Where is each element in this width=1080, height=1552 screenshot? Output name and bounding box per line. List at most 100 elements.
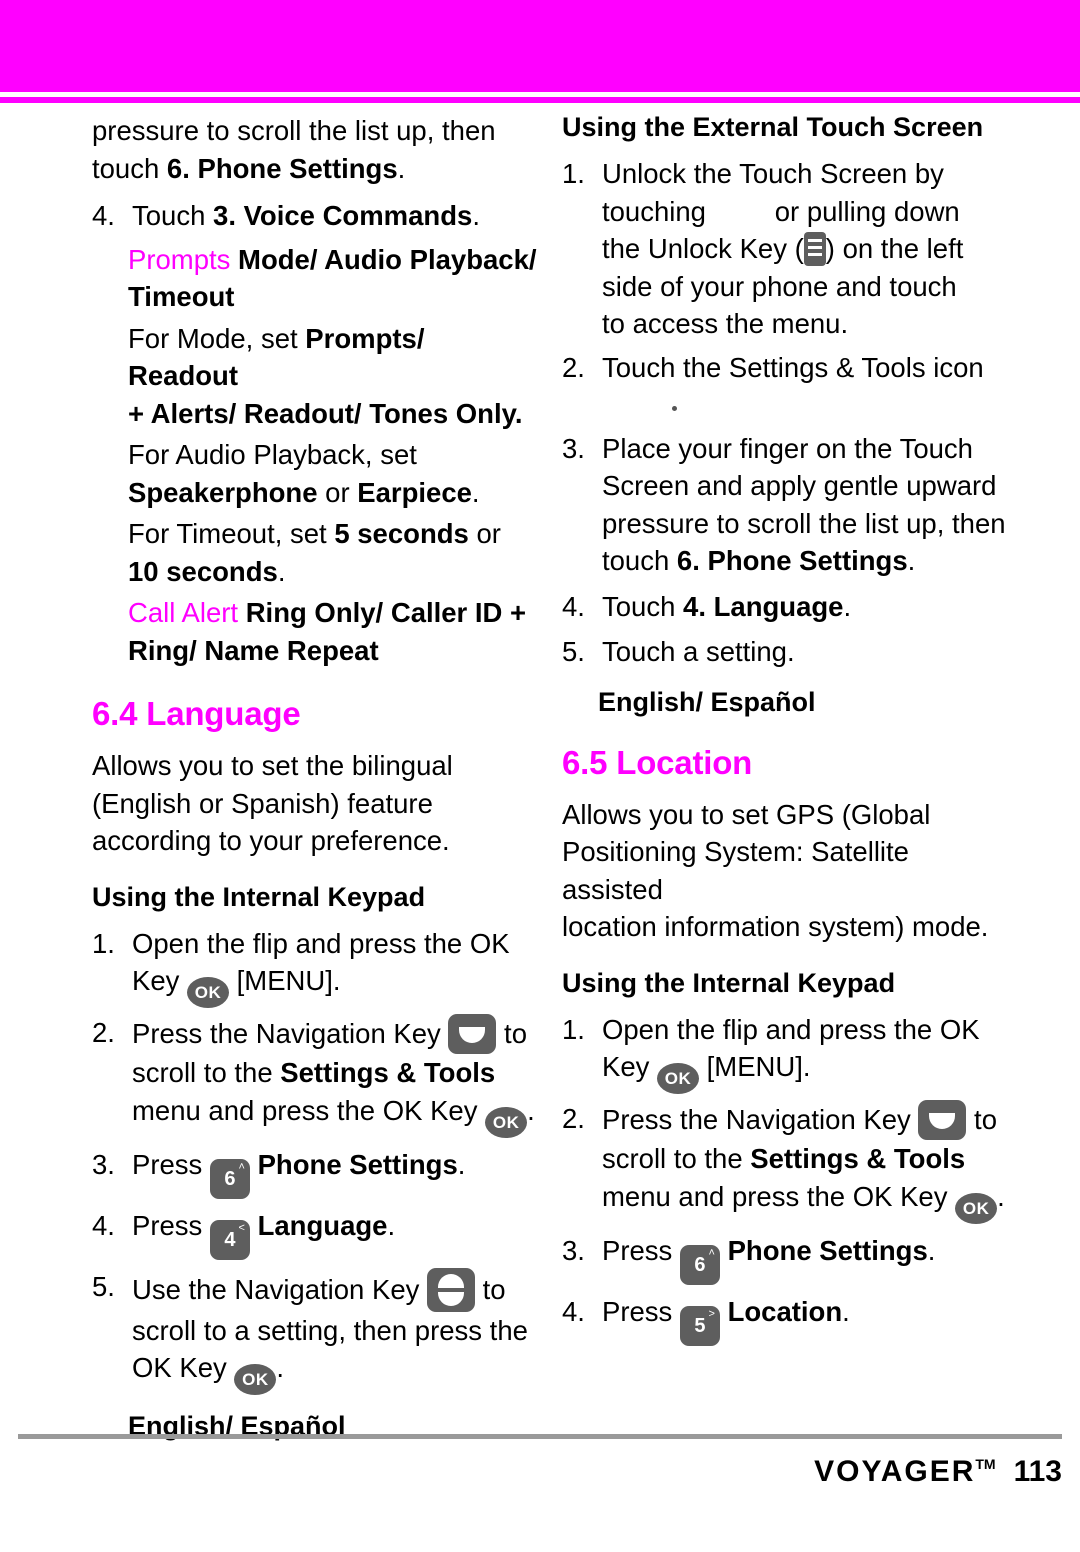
- step4-bold: 3. Voice Commands: [213, 200, 473, 231]
- r-step4-period: .: [843, 590, 852, 622]
- for-timeout-bold2: 10 seconds: [128, 555, 278, 587]
- r-step1-line5: to access the menu.: [602, 308, 849, 339]
- list-item: 5. Touch a setting.: [562, 633, 1012, 671]
- rk-step2-line2-bold: Settings & Tools: [750, 1143, 966, 1174]
- call-alert-label: Call Alert: [128, 597, 239, 628]
- step-number: 3.: [92, 1148, 115, 1180]
- r-step5-line1: Touch a setting.: [602, 636, 795, 667]
- internal-keypad-steps-right: 1. Open the flip and press the OK Key OK…: [562, 1011, 1012, 1346]
- key-superscript: ˄: [238, 1160, 245, 1173]
- for-timeout-period: .: [277, 555, 286, 587]
- r-step3-line2: Screen and apply gentle upward: [602, 470, 997, 501]
- navigation-key-down-icon: [448, 1014, 497, 1054]
- cont-para-period: .: [397, 152, 406, 184]
- step5-line1-pre: Use the Navigation Key: [132, 1273, 428, 1305]
- prompts-option: Prompts Mode/ Audio Playback/ Timeout: [92, 241, 542, 316]
- step-number: 1.: [562, 1013, 585, 1045]
- lang-intro-line1: Allows you to set the bilingual: [92, 750, 453, 781]
- list-item: 5. Use the Navigation Key to scroll to a…: [92, 1267, 542, 1395]
- step5-line3-pre: OK Key: [132, 1352, 235, 1383]
- step-number: 2.: [562, 351, 585, 383]
- continued-paragraph: pressure to scroll the list up, then tou…: [92, 112, 542, 187]
- call-alert-option: Call Alert Ring Only/ Caller ID + Ring/ …: [92, 594, 542, 669]
- key-superscript: ˃: [708, 1307, 715, 1320]
- key-digit: 6: [694, 1253, 706, 1276]
- r-step4-pre: Touch: [602, 590, 684, 622]
- step2-line1-post: to: [496, 1018, 527, 1049]
- list-item: 4. Touch 4. Language.: [562, 588, 1012, 626]
- rk-step1-line2-pre: Key: [602, 1051, 658, 1082]
- language-intro: Allows you to set the bilingual (English…: [92, 747, 542, 860]
- ok-key-icon: OK: [187, 977, 230, 1008]
- section-heading-6-4: 6.4 Language: [92, 695, 301, 732]
- rk-step2-line1-pre: Press the Navigation Key: [602, 1104, 919, 1135]
- right-column: Using the External Touch Screen 1. Unloc…: [562, 112, 1012, 1352]
- numeric-key-4-icon: 4 ˂: [209, 1219, 250, 1260]
- for-timeout-paragraph: For Timeout, set 5 seconds or 10 seconds…: [92, 515, 542, 590]
- subheading-external-touch-screen: Using the External Touch Screen: [562, 112, 984, 142]
- cont-para-line2-pre: touch: [92, 152, 167, 184]
- list-item: 4. Press 5 ˃ Location.: [562, 1293, 1012, 1346]
- key-digit: 6: [224, 1167, 236, 1190]
- prompts-label: Prompts: [128, 243, 231, 275]
- rk-step2-line3-pre: menu and press the OK Key: [602, 1180, 956, 1212]
- page-content: pressure to scroll the list up, then tou…: [0, 112, 1080, 1441]
- list-item: 1. Unlock the Touch Screen by touching o…: [562, 155, 1012, 343]
- section-heading-6-5: 6.5 Location: [562, 743, 753, 781]
- step-number: 2.: [562, 1103, 585, 1134]
- r-step3-line4-bold: 6. Phone Settings: [676, 545, 908, 576]
- ok-key-icon: OK: [485, 1106, 528, 1138]
- r-step3-line1: Place your finger on the Touch: [602, 432, 973, 464]
- for-audio-plain: For Audio Playback, set: [128, 439, 417, 470]
- navigation-key-up-down-icon: [427, 1267, 476, 1312]
- for-audio-mid: or: [317, 476, 358, 508]
- key-digit: 4: [224, 1228, 236, 1251]
- for-audio-period: .: [471, 476, 480, 508]
- external-touch-steps: 1. Unlock the Touch Screen by touching o…: [562, 155, 1012, 671]
- rk-step4-pre: Press: [602, 1295, 680, 1327]
- for-audio-paragraph: For Audio Playback, set Speakerphone or …: [92, 436, 542, 511]
- lang-intro-line2: (English or Spanish) feature: [92, 787, 433, 819]
- cont-para-bold: 6. Phone Settings: [166, 152, 398, 184]
- step5-line2: scroll to a setting, then press the: [132, 1314, 528, 1346]
- step-number: 4.: [92, 1209, 115, 1241]
- step2-line3-post: .: [527, 1094, 535, 1126]
- prompts-value-line1: Mode/ Audio Playback/: [238, 243, 537, 275]
- for-mode-bold2: + Alerts/ Readout/ Tones Only: [128, 397, 515, 429]
- location-intro: Allows you to set GPS (Global Positionin…: [562, 796, 1012, 946]
- list-item: 2. Press the Navigation Key to scroll to…: [562, 1100, 1012, 1224]
- step2-line2-bold: Settings & Tools: [280, 1057, 496, 1088]
- step4-pre: Press: [132, 1209, 210, 1241]
- rk-step3-pre: Press: [602, 1234, 680, 1266]
- step3-bold: Phone Settings: [257, 1148, 458, 1180]
- step2-line2-pre: scroll to the: [132, 1057, 281, 1088]
- list-item-step4: 4. Touch 3. Voice Commands.: [92, 197, 542, 235]
- loc-intro-line1: Allows you to set GPS (Global: [562, 798, 931, 830]
- cont-para-line1: pressure to scroll the list up, then: [92, 115, 496, 146]
- for-timeout-mid: or: [468, 518, 501, 549]
- rk-step3-bold: Phone Settings: [727, 1234, 928, 1266]
- brand-name: VOYAGER: [814, 1455, 976, 1488]
- step4-period: .: [387, 1209, 396, 1241]
- navigation-key-down-icon: [918, 1100, 967, 1140]
- r-step4-bold: 4. Language: [683, 590, 844, 622]
- step-number: 3.: [562, 432, 585, 464]
- r-step3-line4-pre: touch: [602, 545, 677, 576]
- rk-step4-period: .: [842, 1295, 850, 1327]
- for-audio-bold2: Earpiece: [357, 476, 472, 508]
- for-mode-period: .: [514, 397, 523, 429]
- key-superscript: ˄: [708, 1246, 715, 1259]
- list-item: 3. Press 6 ˄ Phone Settings.: [562, 1232, 1012, 1285]
- footer-rule: [18, 1434, 1062, 1439]
- list-item: 4. Press 4 ˂ Language.: [92, 1207, 542, 1260]
- rk-step4-bold: Location: [727, 1295, 843, 1327]
- step3-period: .: [457, 1148, 466, 1180]
- r-step1-line1: Unlock the Touch Screen by: [602, 158, 944, 189]
- ok-key-icon: OK: [234, 1364, 277, 1395]
- ok-key-icon: OK: [657, 1063, 700, 1094]
- r-step1-line3-pre: the Unlock Key (: [602, 233, 804, 264]
- header-rule: [0, 97, 1080, 103]
- numeric-key-6-icon: 6 ˄: [679, 1244, 720, 1285]
- list-item: 1. Open the flip and press the OK Key OK…: [92, 925, 542, 1008]
- r-step1-line4: side of your phone and touch: [602, 270, 957, 302]
